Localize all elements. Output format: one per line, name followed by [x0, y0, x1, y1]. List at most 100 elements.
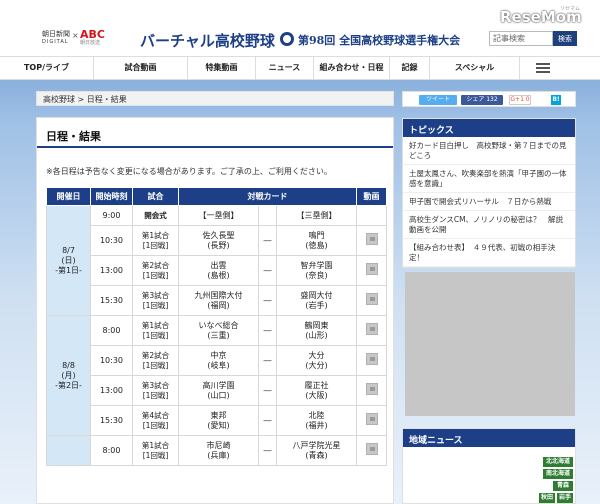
- team-prefecture: (山口): [207, 390, 230, 400]
- round-label: [1回戦]: [142, 390, 169, 400]
- team-prefecture: (奈良): [305, 270, 328, 280]
- hatena-bookmark-button[interactable]: B!: [551, 95, 561, 105]
- video-thumbnail-icon[interactable]: [365, 383, 378, 395]
- table-row: 10:30 第1試合 [1回戦] 佐久長聖 (長野) ― 鳴門 (徳島): [47, 225, 388, 256]
- vs-dash: ―: [258, 285, 277, 316]
- round-label: [1回戦]: [142, 420, 169, 430]
- topic-link[interactable]: 土屋太鳳さん、吹奏楽部を熱演「甲子園の一体感を意識」: [403, 165, 575, 193]
- team-left[interactable]: 高川学園 (山口): [178, 375, 259, 406]
- game-label: 第1試合: [141, 440, 170, 450]
- team-prefecture: (福岡): [207, 300, 230, 310]
- nav-item-schedule[interactable]: 組み合わせ・日程: [314, 57, 390, 79]
- table-row: 13:00 第3試合 [1回戦] 高川学園 (山口) ― 履正社 (大阪): [47, 375, 388, 406]
- date-cell-day2: 8/8 (月) -第2日-: [46, 315, 91, 436]
- game-cell: 開会式: [132, 205, 179, 226]
- video-thumbnail-icon[interactable]: [365, 413, 378, 425]
- day-number-text: -第1日-: [55, 265, 82, 275]
- topic-link[interactable]: 好カード目白押し 高校野球・第７日までの見どころ: [403, 137, 575, 165]
- team-right[interactable]: 大分 (大分): [275, 345, 358, 376]
- topic-link[interactable]: 【組み合わせ表】 ４９代表、初戦の相手決定！: [403, 239, 575, 267]
- team-right[interactable]: 鳴門 (徳島): [275, 225, 358, 256]
- vs-dash: ―: [258, 405, 277, 436]
- breadcrumb[interactable]: 高校野球 > 日程・結果: [36, 91, 394, 106]
- team-left[interactable]: 東邦 (愛知): [178, 405, 259, 436]
- team-right[interactable]: 北陸 (福井): [275, 405, 358, 436]
- time-cell: 9:00: [90, 205, 133, 226]
- facebook-share-button[interactable]: シェア 132: [461, 95, 503, 105]
- team-right[interactable]: 履正社 (大阪): [275, 375, 358, 406]
- region-tag-akita[interactable]: 秋田: [539, 493, 555, 503]
- round-label: [1回戦]: [142, 300, 169, 310]
- game-label: 第1試合: [141, 320, 170, 330]
- google-plus-button[interactable]: G+1 0: [509, 95, 531, 105]
- team-prefecture: (徳島): [305, 240, 328, 250]
- region-tag-south-hokkaido[interactable]: 南北海道: [543, 469, 573, 479]
- round-label: [1回戦]: [142, 330, 169, 340]
- nav-item-records[interactable]: 記録: [390, 57, 430, 79]
- team-left[interactable]: 出雲 (島根): [178, 255, 259, 286]
- nav-item-news[interactable]: ニュース: [256, 57, 314, 79]
- video-thumbnail-icon[interactable]: [365, 353, 378, 365]
- game-label: 第2試合: [141, 350, 170, 360]
- video-thumbnail-icon[interactable]: [365, 293, 378, 305]
- vs-dash: ―: [258, 345, 277, 376]
- nav-item-game-videos[interactable]: 試合動画: [94, 57, 188, 79]
- nav-item-special[interactable]: スペシャル: [430, 57, 520, 79]
- search-button[interactable]: 検索: [553, 31, 577, 46]
- asahi-logo-sub: DIGITAL: [42, 39, 69, 45]
- region-tag-iwate[interactable]: 岩手: [557, 493, 573, 503]
- topic-link[interactable]: 高校生ダンスCM、ノリノリの秘密は？ 解説動画を公開: [403, 211, 575, 239]
- region-tag-north-hokkaido[interactable]: 北北海道: [543, 457, 573, 467]
- team-left[interactable]: 市尼崎 (兵庫): [178, 435, 259, 466]
- team-left[interactable]: 九州国際大付 (福岡): [178, 285, 259, 316]
- team-name: 中京: [210, 350, 227, 360]
- video-cell: [356, 255, 388, 286]
- header-date: 開催日: [46, 187, 91, 206]
- tournament-emblem-icon: [280, 32, 294, 46]
- watermark-sub: リセマム: [560, 6, 581, 12]
- topic-link[interactable]: 甲子園で開会式リハーサル ７日から熱戦: [403, 193, 575, 211]
- site-header: 朝日新聞 DIGITAL × ABC 朝日放送 バーチャル高校野球 第98回 全…: [0, 0, 600, 56]
- video-cell: [356, 225, 388, 256]
- region-tag-aomori[interactable]: 青森: [553, 481, 573, 491]
- team-left[interactable]: 佐久長聖 (長野): [178, 225, 259, 256]
- nav-item-feature-videos[interactable]: 特集動画: [188, 57, 256, 79]
- vs-dash: ―: [258, 315, 277, 346]
- hamburger-menu-icon[interactable]: [536, 63, 550, 73]
- team-left[interactable]: いなべ総合 (三重): [178, 315, 259, 346]
- team-right[interactable]: 智弁学園 (奈良): [275, 255, 358, 286]
- game-cell: 第4試合 [1回戦]: [132, 405, 179, 436]
- search-input[interactable]: [489, 31, 553, 46]
- vs-dash: ―: [258, 375, 277, 406]
- tweet-button[interactable]: ツイート: [419, 95, 457, 105]
- time-cell: 15:30: [90, 285, 133, 316]
- site-title[interactable]: バーチャル高校野球: [140, 30, 275, 51]
- team-prefecture: (岩手): [305, 300, 328, 310]
- video-thumbnail-icon[interactable]: [365, 443, 378, 455]
- video-thumbnail-icon[interactable]: [365, 263, 378, 275]
- header-game: 試合: [132, 187, 179, 206]
- game-label: 第4試合: [141, 410, 170, 420]
- video-thumbnail-icon[interactable]: [365, 233, 378, 245]
- team-right[interactable]: 盛岡大付 (岩手): [275, 285, 358, 316]
- team-right[interactable]: 鶴岡東 (山形): [275, 315, 358, 346]
- asahi-logo[interactable]: 朝日新聞 DIGITAL: [42, 30, 70, 46]
- game-cell: 第2試合 [1回戦]: [132, 255, 179, 286]
- team-left[interactable]: 中京 (岐阜): [178, 345, 259, 376]
- team-name: 履正社: [304, 380, 329, 390]
- game-cell: 第1試合 [1回戦]: [132, 315, 179, 346]
- share-bar: ツイート シェア 132 G+1 0 B!: [402, 91, 576, 107]
- advertisement-box[interactable]: [405, 272, 575, 416]
- header-video: 動画: [356, 187, 388, 206]
- video-thumbnail-icon[interactable]: [365, 323, 378, 335]
- header-matchup: 対戦カード: [177, 187, 358, 206]
- nav-item-top-live[interactable]: TOP/ライブ: [0, 57, 94, 79]
- abc-logo[interactable]: ABC 朝日放送: [80, 28, 105, 46]
- day-number-text: -第2日-: [55, 380, 82, 390]
- game-cell: 第1試合 [1回戦]: [132, 435, 179, 466]
- table-row: 13:00 第2試合 [1回戦] 出雲 (島根) ― 智弁学園 (奈良): [47, 255, 388, 286]
- team-name: 智弁学園: [300, 260, 333, 270]
- page-title: 日程・結果: [37, 118, 393, 148]
- schedule-panel: 日程・結果 ※各日程は予告なく変更になる場合があります。ご了承の上、ご利用くださ…: [36, 117, 394, 504]
- team-right[interactable]: 八戸学院光星 (青森): [275, 435, 358, 466]
